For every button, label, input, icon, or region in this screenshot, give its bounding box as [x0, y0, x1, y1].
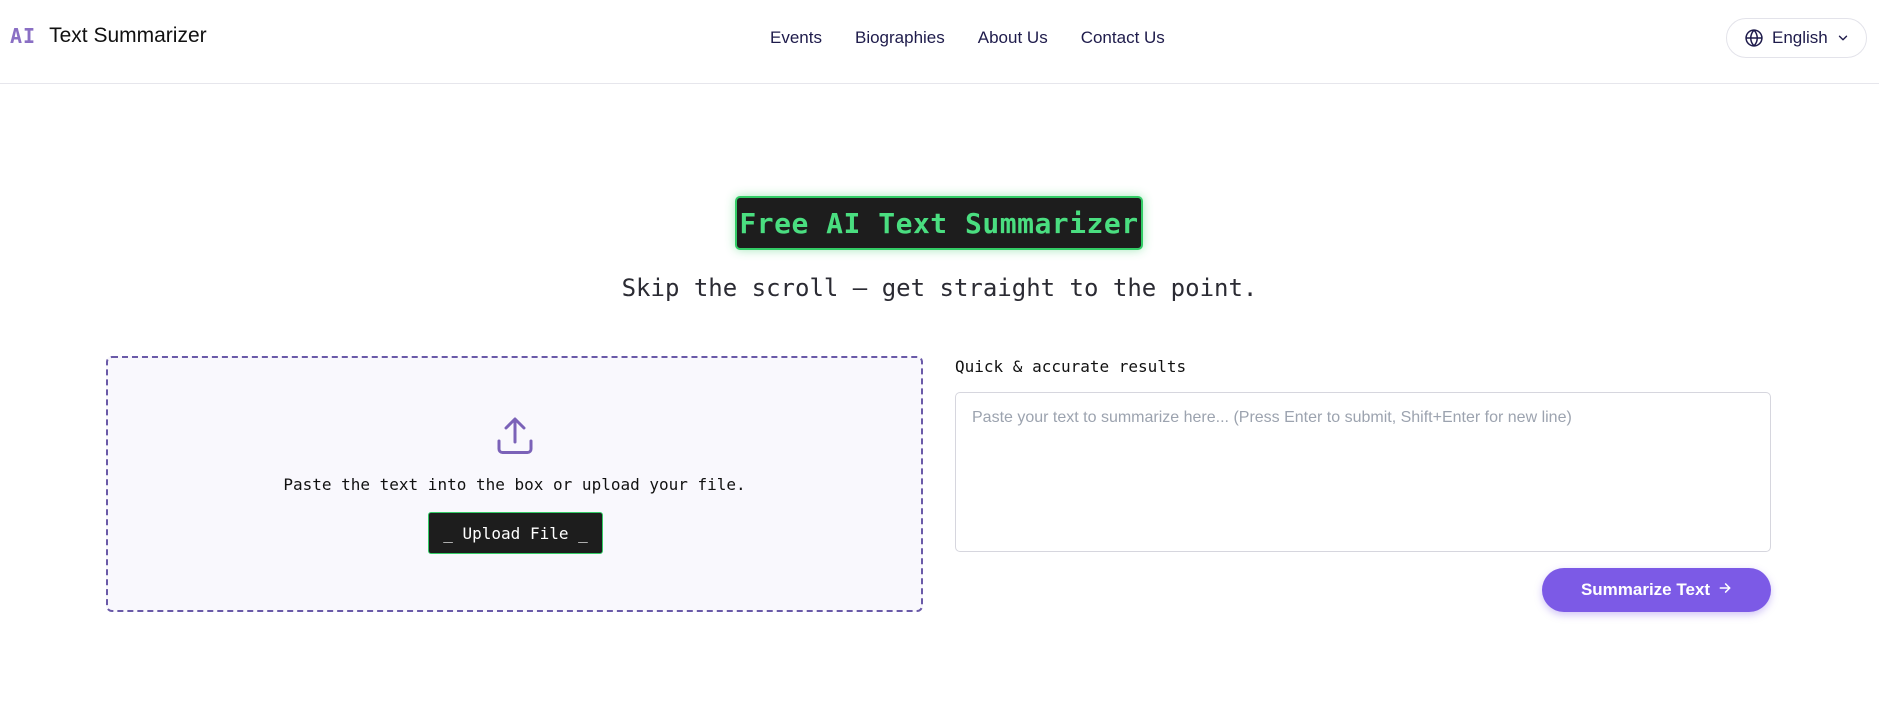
nav-link-contact-us[interactable]: Contact Us [1081, 28, 1165, 48]
top-navigation-bar: AI Text Summarizer Events Biographies Ab… [0, 0, 1879, 84]
nav-link-about-us[interactable]: About Us [978, 28, 1048, 48]
arrow-right-icon [1718, 580, 1732, 600]
upload-file-button[interactable]: _ Upload File _ [428, 512, 603, 554]
main-nav: Events Biographies About Us Contact Us [770, 28, 1165, 48]
brand-name: Text Summarizer [49, 24, 207, 47]
text-input[interactable] [955, 392, 1771, 552]
language-label: English [1772, 28, 1828, 47]
brand-mark: AI [10, 24, 37, 48]
dropzone-instruction: Paste the text into the box or upload yo… [283, 475, 746, 494]
summarize-button-label: Summarize Text [1580, 580, 1711, 599]
language-selector[interactable]: English [1726, 18, 1867, 58]
hero-title-badge: Free AI Text Summarizer [735, 196, 1143, 250]
globe-icon [1744, 28, 1764, 48]
nav-link-biographies[interactable]: Biographies [855, 28, 945, 48]
brand-logo[interactable]: AI Text Summarizer [10, 24, 207, 48]
chevron-down-icon [1836, 31, 1850, 45]
page-subtitle: Skip the scroll — get straight to the po… [621, 274, 1258, 302]
summarize-button[interactable]: Summarize Text [1542, 568, 1771, 612]
page-title: Free AI Text Summarizer [739, 206, 1139, 240]
file-dropzone[interactable]: Paste the text into the box or upload yo… [106, 356, 923, 612]
nav-link-events[interactable]: Events [770, 28, 822, 48]
input-label: Quick & accurate results [955, 357, 1187, 376]
upload-icon [496, 416, 534, 461]
